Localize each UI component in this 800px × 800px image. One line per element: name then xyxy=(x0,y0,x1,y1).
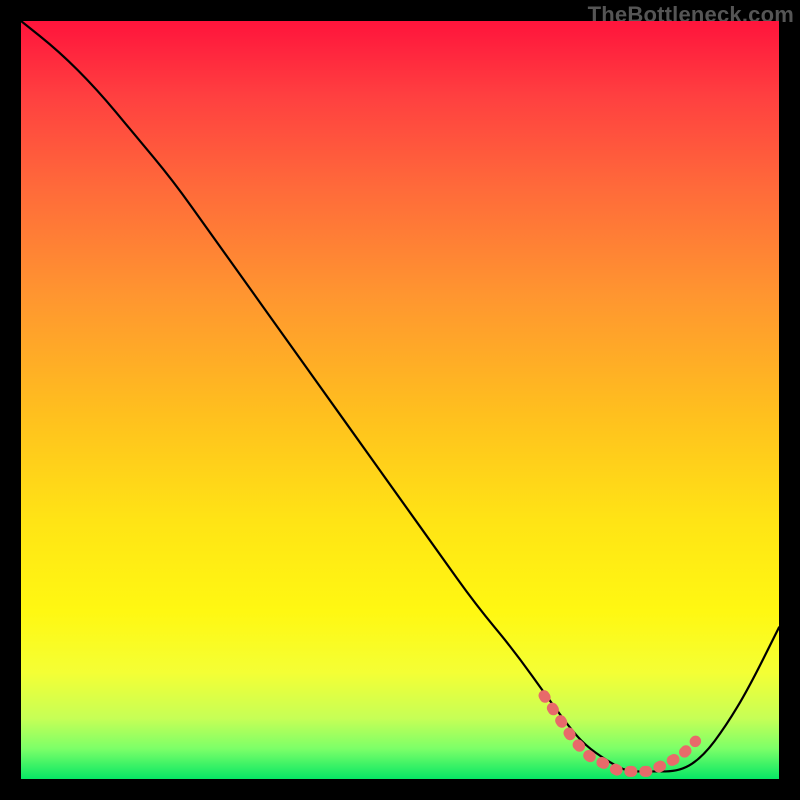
annotated-trough xyxy=(544,696,696,772)
plot-area xyxy=(21,21,779,779)
chart-svg xyxy=(21,21,779,779)
chart-frame: TheBottleneck.com xyxy=(0,0,800,800)
bottleneck-curve xyxy=(21,21,779,771)
